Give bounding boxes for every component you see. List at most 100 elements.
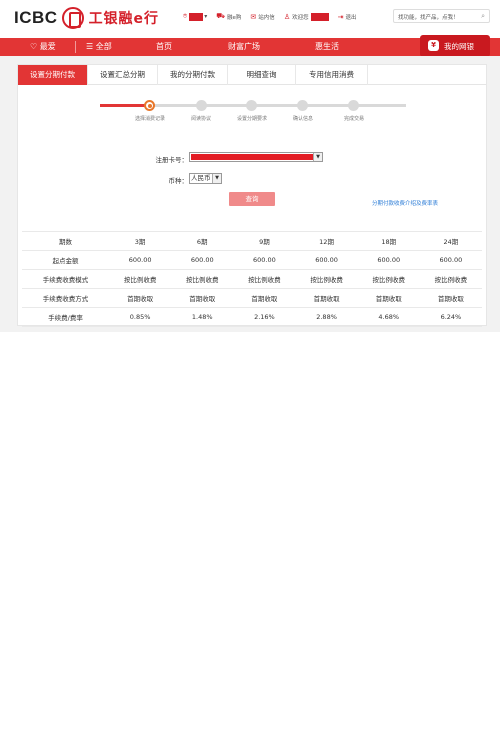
page: ICBC 工银融e行 ⌾ ▾ ⛟ 融e购 ✉ 站内信 ♙ 欢迎您 ⇥ 退出 找功…	[0, 0, 500, 734]
step-label-5: 完成交易	[343, 116, 365, 122]
user-icon: ♙	[283, 12, 291, 21]
table-header-cell: 24期	[419, 231, 482, 251]
table-cell: 600.00	[295, 250, 358, 270]
tab-summary-installment[interactable]: 设置汇总分期	[88, 65, 158, 85]
table-cell: 首期收取	[109, 288, 172, 308]
cart-icon: ⛟	[216, 12, 226, 20]
link-messages-label: 站内信	[258, 14, 275, 21]
table-header-cell: 期数	[22, 231, 110, 251]
fee-table: 期数 3期 6期 9期 12期 18期 24期 起点金额 600.00 600.00 600.00 6…	[22, 231, 482, 327]
user-welcome[interactable]: ♙ 欢迎您	[283, 12, 329, 21]
table-cell: 2.16%	[233, 307, 296, 327]
table-cell: 按比例收费	[109, 269, 172, 289]
chevron-down-icon: ▼	[212, 174, 221, 183]
table-cell: 手续费/费率	[22, 307, 110, 327]
nav-favorites[interactable]: ♡ 最爱	[30, 41, 56, 52]
welcome-label: 欢迎您	[292, 14, 309, 21]
installment-panel: 设置分期付款 设置汇总分期 我的分期付款 明细查询 专用信用消费 选择消费记录 …	[17, 64, 487, 327]
link-messages[interactable]: ✉ 站内信	[250, 13, 274, 21]
table-cell: 手续费收费模式	[22, 269, 110, 289]
table-cell: 6.24%	[419, 307, 482, 327]
table-cell: 600.00	[357, 250, 420, 270]
table-cell: 起点金额	[22, 250, 110, 270]
logout-label: 退出	[345, 14, 357, 21]
icbc-logo[interactable]: ICBC 工银融e行	[14, 7, 159, 29]
location-value-redacted	[189, 12, 204, 21]
currency-select[interactable]: 人民币 ▼	[189, 173, 222, 184]
table-cell: 按比例收费	[171, 269, 234, 289]
query-button[interactable]: 查询	[229, 192, 275, 206]
nav-all-label: 全部	[95, 42, 112, 51]
nav-home[interactable]: 首页	[156, 41, 172, 52]
table-cell: 600.00	[419, 250, 482, 270]
table-header-row: 期数 3期 6期 9期 12期 18期 24期	[22, 231, 482, 251]
step-dot-1	[144, 100, 155, 111]
tab-bar: 设置分期付款 设置汇总分期 我的分期付款 明细查询 专用信用消费	[18, 65, 486, 85]
table-cell: 按比例收费	[233, 269, 296, 289]
table-cell: 4.68%	[357, 307, 420, 327]
table-row: 手续费/费率 0.85% 1.48% 2.16% 2.88% 4.68% 6.24%	[22, 307, 482, 327]
location-pin-icon: ⌾	[183, 12, 188, 20]
mail-icon: ✉	[250, 12, 257, 21]
table-cell: 0.85%	[109, 307, 172, 327]
my-bank-label: 我的网银	[444, 42, 474, 51]
table-header-cell: 6期	[171, 231, 234, 251]
currency-value: 人民币	[191, 174, 211, 182]
icbc-emblem-icon	[61, 7, 84, 29]
table-row: 手续费收费模式 按比例收费 按比例收费 按比例收费 按比例收费 按比例收费 按比例收费	[22, 269, 482, 289]
table-row: 起点金额 600.00 600.00 600.00 600.00 600.00 600.00	[22, 250, 482, 270]
my-bank-button[interactable]: ¥ 我的网银	[420, 35, 490, 57]
step-label-4: 确认信息	[292, 116, 314, 122]
card-number-select[interactable]: ▼	[189, 152, 323, 162]
table-cell: 首期收取	[419, 288, 482, 308]
tab-my-installment[interactable]: 我的分期付款	[158, 65, 228, 85]
table-cell: 600.00	[109, 250, 172, 270]
nav-all[interactable]: ☰ 全部	[86, 41, 112, 52]
tab-special-credit[interactable]: 专用信用消费	[296, 65, 368, 85]
tab-set-installment[interactable]: 设置分期付款	[18, 65, 88, 85]
link-rongegou-label: 融e购	[227, 14, 242, 21]
username-redacted	[310, 12, 329, 21]
table-cell: 2.88%	[295, 307, 358, 327]
table-cell: 首期收取	[171, 288, 234, 308]
table-header-cell: 9期	[233, 231, 296, 251]
table-cell: 首期收取	[233, 288, 296, 308]
chevron-down-icon: ▼	[313, 153, 322, 161]
nav-life[interactable]: 惠生活	[315, 41, 339, 52]
table-cell: 按比例收费	[357, 269, 420, 289]
step-label-1: 选择消费记录	[134, 116, 166, 122]
logout-icon: ⇥	[337, 12, 344, 21]
top-links: ⌾ ▾ ⛟ 融e购 ✉ 站内信 ♙ 欢迎您 ⇥ 退出	[183, 12, 366, 21]
card-number-label: 注册卡号：	[155, 156, 189, 164]
wallet-icon: ¥	[428, 40, 439, 51]
fee-rate-link[interactable]: 分期付款收费介绍及费率表	[372, 199, 438, 207]
step-dot-3	[246, 100, 257, 111]
stepper-track-active	[100, 104, 150, 107]
step-dot-5	[348, 100, 359, 111]
search-input[interactable]: 找功能，找产品，点我！ ⌕	[393, 9, 490, 23]
table-row: 手续费收费方式 首期收取 首期收取 首期收取 首期收取 首期收取 首期收取	[22, 288, 482, 308]
tab-detail-query[interactable]: 明细查询	[228, 65, 296, 85]
progress-stepper: 选择消费记录 阅读协议 设置分期要求 确认信息 完成交易	[100, 100, 406, 123]
heart-icon: ♡	[30, 42, 38, 51]
search-placeholder: 找功能，找产品，点我！	[398, 15, 459, 21]
logo-text: ICBC	[14, 8, 58, 27]
table-cell: 首期收取	[295, 288, 358, 308]
table-cell: 按比例收费	[295, 269, 358, 289]
table-cell: 600.00	[171, 250, 234, 270]
table-cell: 按比例收费	[419, 269, 482, 289]
table-cell: 手续费收费方式	[22, 288, 110, 308]
location-selector[interactable]: ⌾ ▾	[183, 12, 207, 21]
step-dot-2	[196, 100, 207, 111]
currency-label: 币种：	[168, 177, 189, 185]
logout-link[interactable]: ⇥ 退出	[338, 13, 357, 21]
menu-icon: ☰	[86, 42, 94, 51]
logo-cn-text: 工银融e行	[88, 11, 160, 27]
card-number-redacted	[191, 154, 313, 160]
nav-wealth[interactable]: 财富广场	[228, 41, 260, 52]
link-rongegou[interactable]: ⛟ 融e购	[216, 12, 241, 21]
search-icon[interactable]: ⌕	[481, 12, 485, 21]
table-cell: 600.00	[233, 250, 296, 270]
step-label-2: 阅读协议	[190, 116, 212, 122]
nav-divider	[75, 41, 76, 53]
